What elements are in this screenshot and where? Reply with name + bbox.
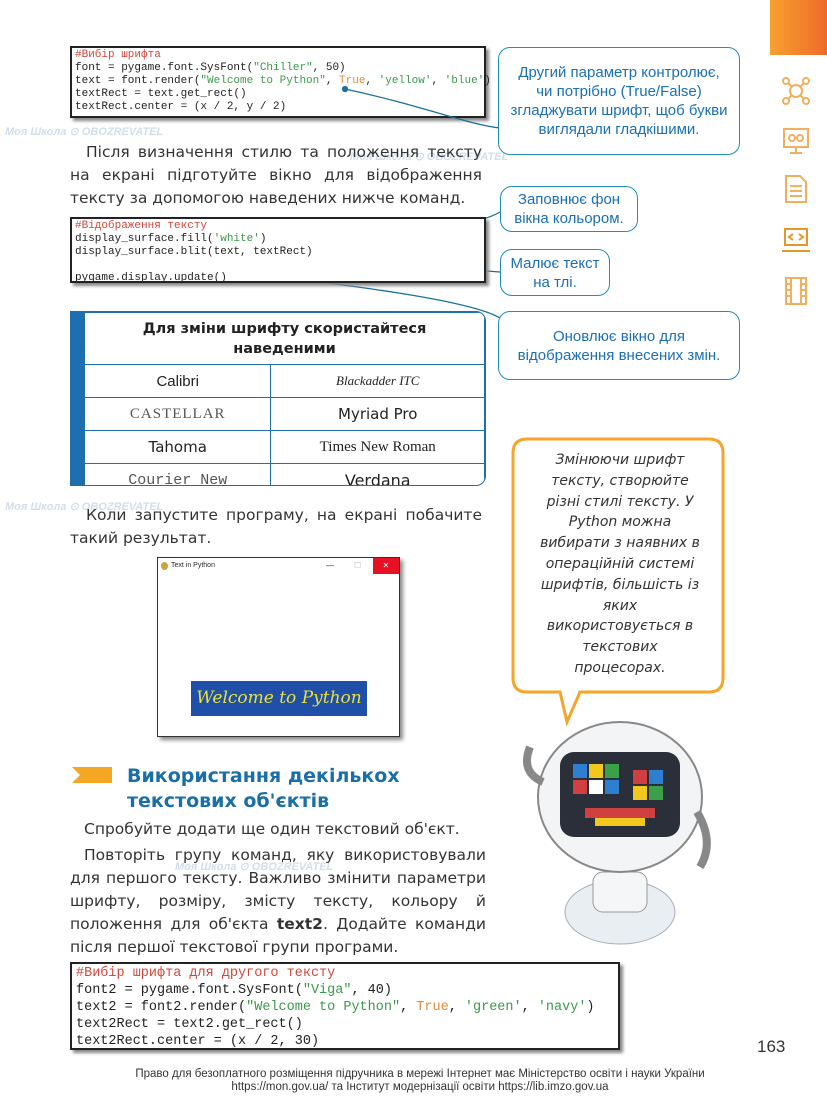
code-token: , — [400, 1000, 417, 1015]
code-token: text2 = font2.render( — [76, 1000, 247, 1015]
table-cell: Myriad Pro — [270, 397, 485, 431]
code-token: , — [365, 75, 379, 87]
table-accent-bar — [71, 312, 84, 485]
code-token: , — [448, 1000, 465, 1015]
textbook-page: Моя Школа ⊙ OBOZREVATEL Моя Школа ⊙ OBOZ… — [0, 0, 827, 1102]
code-keyword: True — [339, 75, 366, 87]
code-string: "Welcome to Python" — [200, 75, 326, 87]
code-line: text2Rect.center = (x / 2, 30) — [76, 1034, 320, 1049]
paragraph-run-program: Коли запустите програму, на екрані побач… — [70, 506, 482, 547]
code-token: font2 = pygame.font.SysFont( — [76, 983, 303, 998]
paragraph-repeat-commands: Повторіть групу команд, яку використовув… — [70, 844, 486, 959]
window-titlebar: Text in Python — ☐ ✕ — [158, 558, 399, 575]
table-cell: Times New Roman — [270, 430, 485, 464]
table-row: Calibri Blackadder ITC — [83, 364, 485, 398]
watermark: Моя Школа ⊙ OBOZREVATEL — [5, 126, 164, 138]
object-name: text2 — [276, 915, 323, 933]
code-token: ) — [586, 1000, 595, 1015]
paragraph-try-adding: Спробуйте додати ще один текстовий об'єк… — [84, 820, 460, 838]
callout-blit: Малює текст на тлі. — [500, 249, 610, 296]
code-token: display_surface.fill( — [75, 233, 214, 245]
code-comment: #Вибір шрифта для другого тексту — [76, 966, 336, 981]
callout-antialias: Другий параметр контролює, чи потрібно (… — [498, 47, 740, 155]
code-string: 'white' — [213, 233, 260, 245]
code-token: , — [325, 75, 340, 87]
code-string: "Chiller" — [253, 62, 313, 74]
code-token: font = pygame.font.SysFont( — [75, 62, 254, 74]
film-icon — [785, 277, 807, 305]
code-line: display_surface.blit(text, textRect) — [75, 246, 313, 258]
code-token: , — [431, 75, 445, 87]
code-keyword: True — [416, 1000, 449, 1015]
code-line: text2Rect = text2.get_rect() — [76, 1017, 303, 1032]
code-string: 'yellow' — [378, 75, 432, 87]
code-string: "Welcome to Python" — [246, 1000, 401, 1015]
section-title: Використання декількох текстових об'єкті… — [127, 765, 400, 812]
code-token: ) — [484, 75, 491, 87]
paragraph-prepare-window: Після визначення стилю та положення текс… — [70, 143, 482, 207]
maximize-button[interactable]: ☐ — [354, 561, 361, 570]
robot-illustration — [523, 721, 711, 945]
code-token: text = font.render( — [75, 75, 201, 87]
code-comment: #Вибір шрифта — [75, 49, 161, 61]
table-cell: Blackadder ITC — [270, 364, 485, 398]
table-row: Tahoma Times New Roman — [83, 430, 485, 464]
callout-fill: Заповнює фон вікна кольором. — [500, 186, 638, 232]
page-number: 163 — [757, 1037, 786, 1056]
app-window: Text in Python — ☐ ✕ Welcome to Python — [157, 557, 400, 737]
footer: Право для безоплатного розміщення підруч… — [100, 1068, 740, 1094]
pygame-icon — [161, 562, 168, 570]
footer-line-1: Право для безоплатного розміщення підруч… — [135, 1068, 705, 1080]
speech-bubble-text: Змінюючи шрифт тексту, створюйте різні с… — [540, 452, 700, 676]
code-token: , 40) — [351, 983, 392, 998]
table-cell: Tahoma — [83, 430, 272, 464]
table-header: Для зміни шрифту скористайтеся наведеним… — [84, 312, 485, 365]
monitor-robot-icon — [783, 128, 809, 154]
minimize-button[interactable]: — — [326, 561, 334, 570]
chapter-tab — [770, 0, 827, 55]
laptop-code-icon — [782, 228, 810, 252]
code-line: textRect = text.get_rect() — [75, 88, 247, 100]
code-line: textRect.center = (x / 2, y / 2) — [75, 101, 287, 113]
document-icon — [785, 175, 807, 203]
code-string: "Viga" — [302, 983, 352, 998]
table-row: Courier New Verdana — [83, 463, 485, 485]
table-cell: Verdana — [270, 463, 485, 485]
code-line: pygame.display.update() — [75, 272, 227, 284]
font-table: Для зміни шрифту скористайтеся наведеним… — [70, 311, 486, 486]
table-cell: CASTELLAR — [83, 397, 272, 431]
table-cell: Courier New — [83, 463, 272, 485]
code-token: ) — [259, 233, 267, 245]
code-string: 'blue' — [444, 75, 485, 87]
window-title: Text in Python — [171, 562, 215, 569]
code-block-display: #Відображення тексту display_surface.fil… — [70, 217, 486, 284]
table-cell: Calibri — [83, 364, 272, 398]
footer-line-2: https://mon.gov.ua/ та Інститут модерніз… — [231, 1081, 609, 1093]
code-comment: #Відображення тексту — [75, 220, 208, 232]
close-button[interactable]: ✕ — [373, 558, 399, 574]
callout-update: Оновлює вікно для відображення внесених … — [498, 311, 740, 380]
table-row: CASTELLAR Myriad Pro — [83, 397, 485, 431]
code-block-second-text: #Вибір шрифта для другого тексту font2 =… — [70, 962, 620, 1050]
code-block-font-selection: #Вибір шрифта font = pygame.font.SysFont… — [70, 46, 491, 118]
code-token: , — [521, 1000, 538, 1015]
network-icon — [782, 77, 810, 105]
section-arrow-icon — [72, 767, 112, 783]
code-string: 'green' — [464, 1000, 522, 1015]
rendered-text: Welcome to Python — [191, 681, 367, 716]
code-string: 'navy' — [537, 1000, 587, 1015]
code-token: , 50) — [312, 62, 346, 74]
